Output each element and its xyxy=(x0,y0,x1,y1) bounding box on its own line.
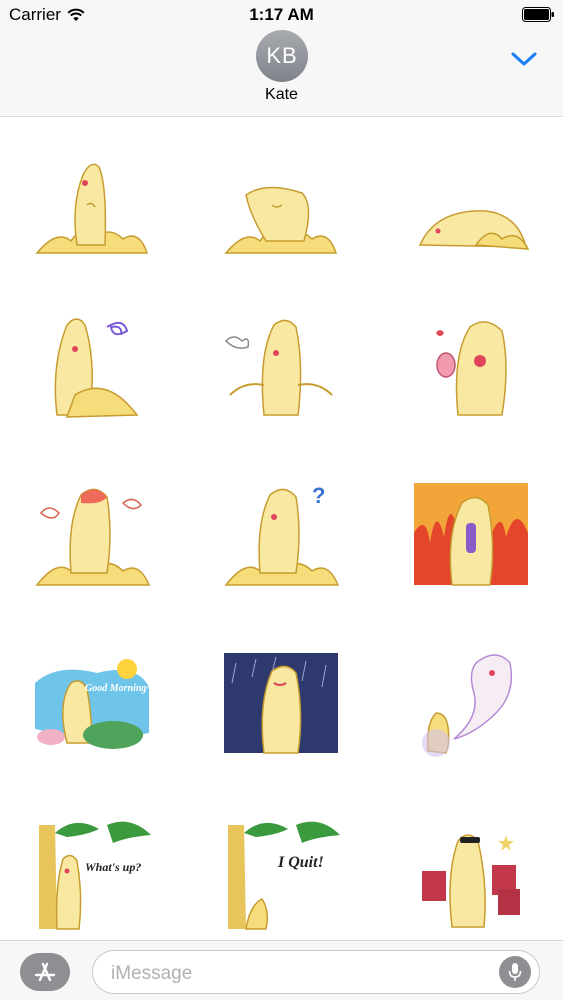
status-time: 1:17 AM xyxy=(249,5,314,24)
compose-bar: iMessage xyxy=(0,940,563,1000)
chevron-down-icon[interactable] xyxy=(509,47,539,71)
sticker-banana-bowing-head[interactable] xyxy=(206,140,356,270)
sticker-banana-lying-down[interactable] xyxy=(396,140,546,270)
app-store-button[interactable] xyxy=(20,953,70,991)
microphone-icon xyxy=(508,963,522,981)
app-store-icon xyxy=(34,962,56,982)
sticker-banana-shopping-bags[interactable] xyxy=(396,810,546,940)
status-bar: Carrier 1:17 AM xyxy=(0,0,563,30)
sticker-banana-confused-question[interactable]: ? xyxy=(206,468,356,598)
sticker-banana-frustrated-scribble[interactable] xyxy=(17,300,167,430)
battery-icon xyxy=(522,7,554,22)
sticker-i-quit-text: I Quit! xyxy=(277,854,324,871)
sticker-banana-rainy-night[interactable] xyxy=(206,638,356,768)
sticker-banana-fire-rage[interactable] xyxy=(396,468,546,598)
sticker-banana-whats-up[interactable]: What's up? xyxy=(17,810,167,940)
contact-name[interactable]: Kate xyxy=(0,86,563,104)
sticker-banana-shrugging[interactable] xyxy=(206,300,356,430)
sticker-banana-blowing-kiss[interactable] xyxy=(17,140,167,270)
message-placeholder: iMessage xyxy=(111,963,193,984)
sticker-whats-up-text: What's up? xyxy=(85,860,141,874)
sticker-banana-makeup-lipstick[interactable] xyxy=(396,300,546,430)
sticker-banana-angry-steam[interactable] xyxy=(17,468,167,598)
conversation-header: KB Kate xyxy=(0,30,563,117)
sticker-banana-ghost-spirit[interactable] xyxy=(396,638,546,768)
message-input[interactable]: iMessage xyxy=(92,950,540,994)
sticker-good-morning-text: Good Morning~ xyxy=(85,683,152,694)
sticker-banana-i-quit[interactable]: I Quit! xyxy=(206,810,356,940)
sticker-question-mark: ? xyxy=(312,483,325,508)
contact-avatar[interactable]: KB xyxy=(256,30,308,82)
microphone-button[interactable] xyxy=(499,956,531,988)
sticker-banana-good-morning[interactable]: Good Morning~ xyxy=(17,638,167,768)
sticker-grid: ? Good Morning~ What's up? I Quit! xyxy=(0,118,563,940)
